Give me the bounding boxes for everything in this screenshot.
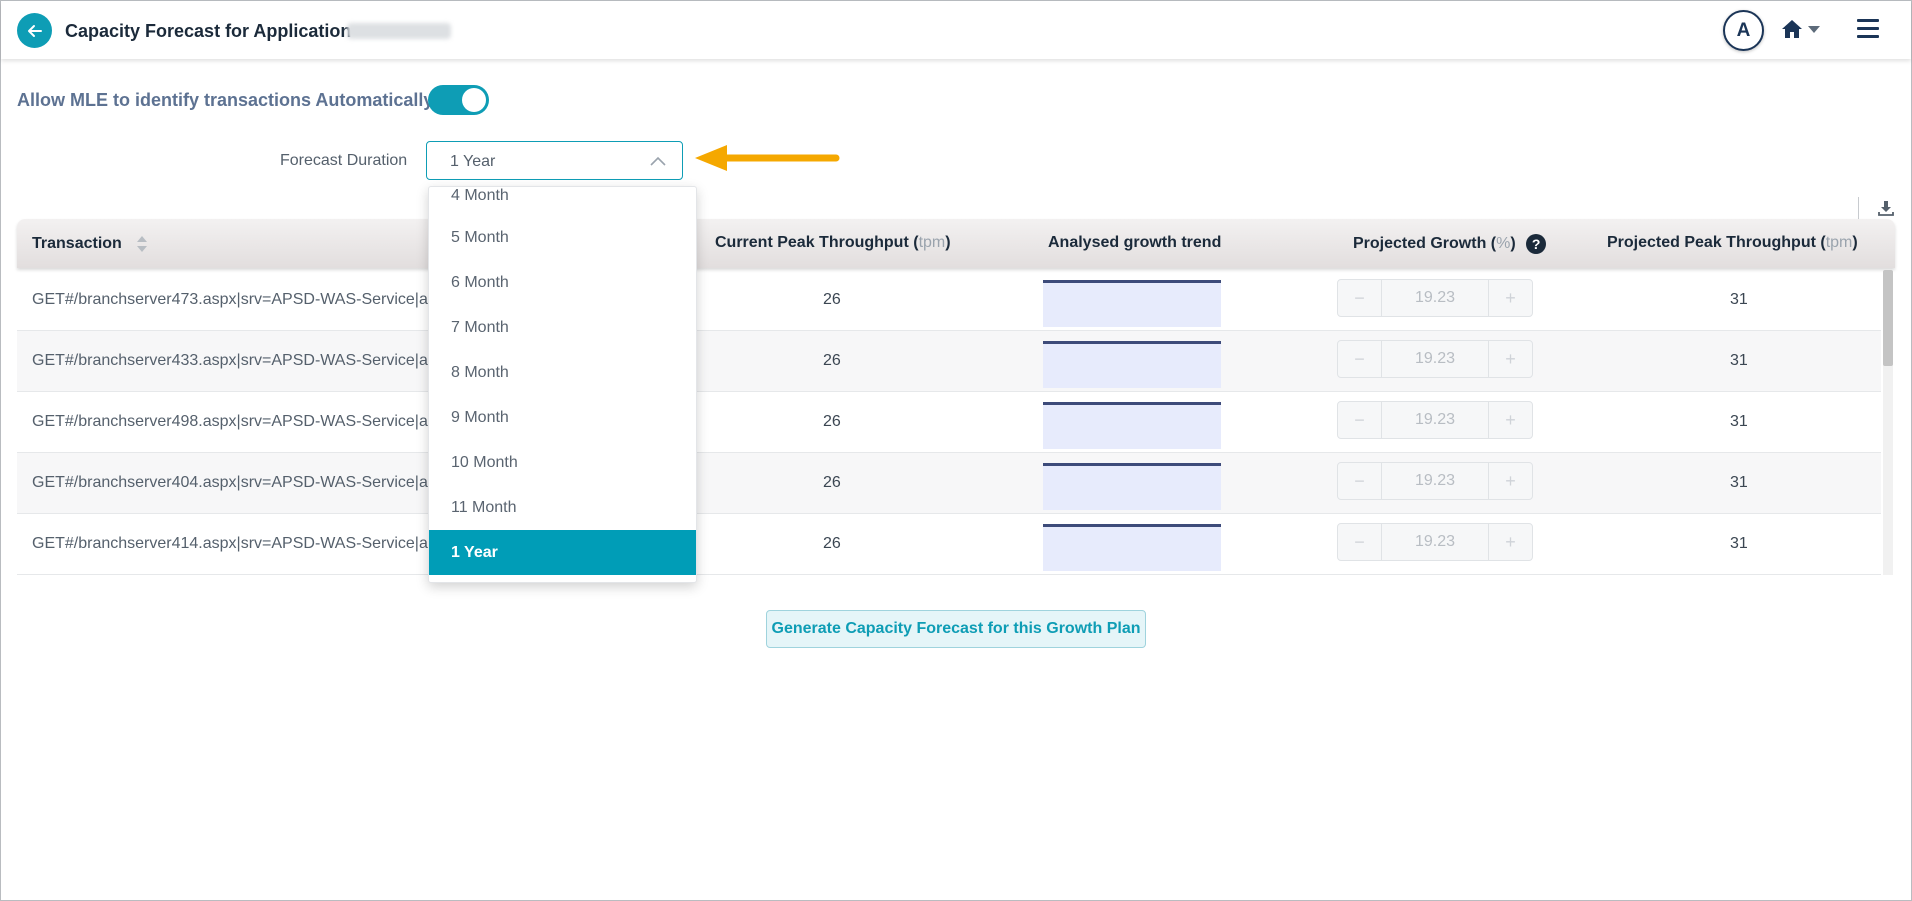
table-body: GET#/branchserver473.aspx|srv=APSD-WAS-S…	[17, 270, 1881, 575]
growth-value-input[interactable]: 19.23	[1382, 524, 1488, 560]
growth-stepper: − 19.23 +	[1337, 401, 1533, 439]
projected-peak-cell: 31	[1730, 535, 1748, 552]
generate-forecast-button[interactable]: Generate Capacity Forecast for this Grow…	[766, 610, 1146, 648]
current-peak-cell: 26	[823, 474, 841, 491]
dropdown-option[interactable]: 8 Month	[429, 350, 696, 395]
decrement-button[interactable]: −	[1338, 524, 1382, 560]
chevron-up-icon	[650, 156, 666, 166]
table-header: Transaction Current Peak Throughput (tpm…	[17, 219, 1895, 268]
mle-toggle[interactable]	[428, 85, 489, 115]
arrow-left-icon	[27, 24, 42, 37]
current-peak-cell: 26	[823, 413, 841, 430]
growth-trend-sparkline	[1043, 341, 1221, 388]
transaction-cell: GET#/branchserver473.aspx|srv=APSD-WAS-S…	[32, 291, 428, 308]
redacted-application-name	[347, 23, 451, 39]
page-title: Capacity Forecast for Application-	[65, 21, 358, 41]
column-header-transaction[interactable]: Transaction	[32, 234, 148, 254]
decrement-button[interactable]: −	[1338, 402, 1382, 438]
current-peak-cell: 26	[823, 291, 841, 308]
growth-trend-sparkline	[1043, 280, 1221, 327]
increment-button[interactable]: +	[1488, 524, 1532, 560]
decrement-button[interactable]: −	[1338, 280, 1382, 316]
growth-trend-sparkline	[1043, 463, 1221, 510]
growth-value-input[interactable]: 19.23	[1382, 280, 1488, 316]
increment-button[interactable]: +	[1488, 463, 1532, 499]
growth-value-input[interactable]: 19.23	[1382, 402, 1488, 438]
growth-stepper: − 19.23 +	[1337, 462, 1533, 500]
help-icon[interactable]: ?	[1526, 234, 1547, 254]
growth-trend-sparkline	[1043, 524, 1221, 571]
table-row: GET#/branchserver404.aspx|srv=APSD-WAS-S…	[17, 453, 1881, 514]
growth-stepper: − 19.23 +	[1337, 340, 1533, 378]
column-header-projected-growth: Projected Growth (%) ?	[1353, 234, 1547, 254]
toggle-knob	[462, 88, 486, 112]
column-header-projected-peak: Projected Peak Throughput (tpm)	[1607, 234, 1858, 251]
growth-value-input[interactable]: 19.23	[1382, 341, 1488, 377]
dropdown-option[interactable]: 4 Month	[429, 187, 696, 215]
table-scrollbar-thumb[interactable]	[1883, 270, 1893, 366]
increment-button[interactable]: +	[1488, 341, 1532, 377]
home-menu[interactable]	[1781, 19, 1821, 39]
dropdown-option[interactable]: 11 Month	[429, 485, 696, 530]
table-row: GET#/branchserver433.aspx|srv=APSD-WAS-S…	[17, 331, 1881, 392]
dropdown-option[interactable]: 5 Month	[429, 215, 696, 260]
home-icon	[1782, 20, 1802, 38]
transaction-cell: GET#/branchserver414.aspx|srv=APSD-WAS-S…	[32, 535, 428, 552]
growth-trend-sparkline	[1043, 402, 1221, 449]
growth-stepper: − 19.23 +	[1337, 523, 1533, 561]
projected-peak-cell: 31	[1730, 474, 1748, 491]
column-header-current-peak: Current Peak Throughput (tpm)	[715, 234, 951, 251]
table-row: GET#/branchserver498.aspx|srv=APSD-WAS-S…	[17, 392, 1881, 453]
transaction-cell: GET#/branchserver498.aspx|srv=APSD-WAS-S…	[32, 413, 428, 430]
forecast-duration-select[interactable]: 1 Year	[426, 141, 683, 180]
projected-peak-cell: 31	[1730, 413, 1748, 430]
growth-value-input[interactable]: 19.23	[1382, 463, 1488, 499]
annotation-arrow-icon	[695, 145, 840, 171]
mle-label: Allow MLE to identify transactions Autom…	[17, 90, 434, 110]
toolbar-divider	[1858, 197, 1859, 221]
forecast-duration-value: 1 Year	[450, 153, 496, 170]
avatar[interactable]: A	[1723, 10, 1764, 51]
projected-peak-cell: 31	[1730, 352, 1748, 369]
column-header-growth-trend: Analysed growth trend	[1048, 234, 1222, 251]
transaction-cell: GET#/branchserver433.aspx|srv=APSD-WAS-S…	[32, 352, 428, 369]
dropdown-option[interactable]: 10 Month	[429, 440, 696, 485]
table-row: GET#/branchserver473.aspx|srv=APSD-WAS-S…	[17, 270, 1881, 331]
back-button[interactable]	[17, 13, 52, 48]
projected-peak-cell: 31	[1730, 291, 1748, 308]
current-peak-cell: 26	[823, 352, 841, 369]
dropdown-option[interactable]: 6 Month	[429, 260, 696, 305]
increment-button[interactable]: +	[1488, 280, 1532, 316]
dropdown-option[interactable]: 9 Month	[429, 395, 696, 440]
current-peak-cell: 26	[823, 535, 841, 552]
decrement-button[interactable]: −	[1338, 341, 1382, 377]
dropdown-option-selected[interactable]: 1 Year	[429, 530, 696, 575]
sort-icon[interactable]	[136, 234, 148, 254]
table-row: GET#/branchserver414.aspx|srv=APSD-WAS-S…	[17, 514, 1881, 575]
caret-down-icon	[1808, 26, 1820, 33]
forecast-duration-dropdown: 4 Month 5 Month 6 Month 7 Month 8 Month …	[428, 186, 697, 583]
dropdown-option[interactable]: 7 Month	[429, 305, 696, 350]
forecast-duration-label: Forecast Duration	[280, 152, 408, 169]
hamburger-menu-icon[interactable]	[1857, 19, 1879, 39]
transaction-cell: GET#/branchserver404.aspx|srv=APSD-WAS-S…	[32, 474, 428, 491]
increment-button[interactable]: +	[1488, 402, 1532, 438]
growth-stepper: − 19.23 +	[1337, 279, 1533, 317]
top-bar: Capacity Forecast for Application- A	[1, 1, 1911, 59]
download-icon[interactable]	[1878, 200, 1894, 216]
decrement-button[interactable]: −	[1338, 463, 1382, 499]
